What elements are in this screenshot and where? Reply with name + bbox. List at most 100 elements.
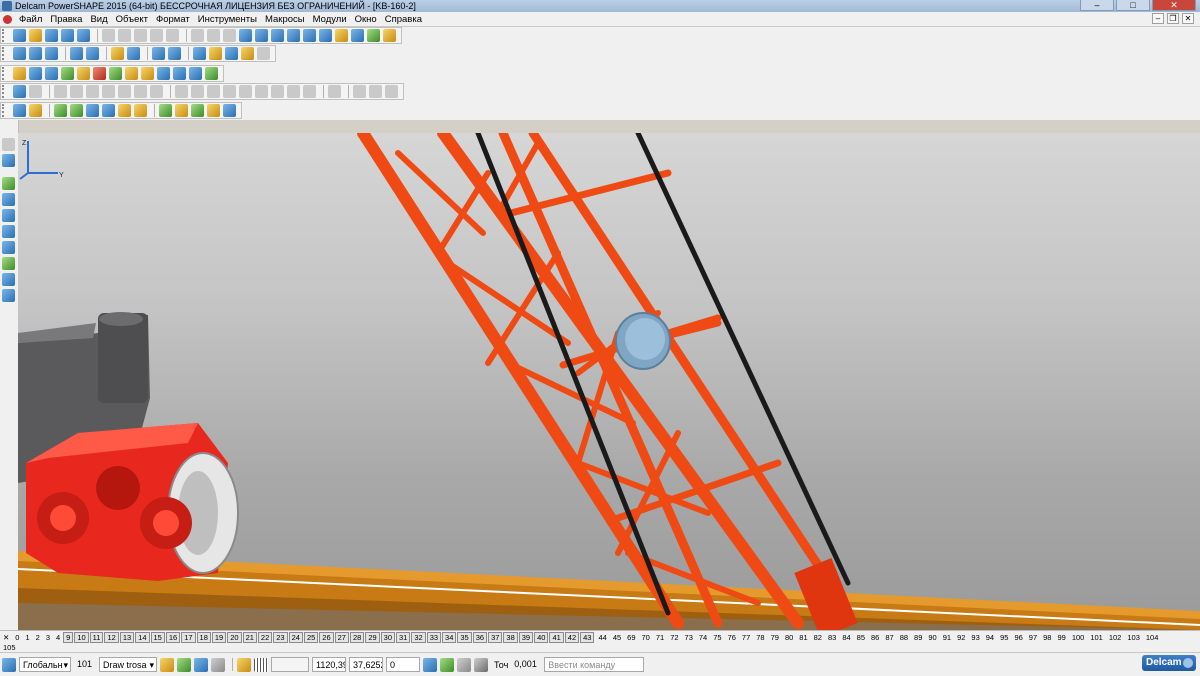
surf-4-icon[interactable] <box>102 85 115 98</box>
layer-tab[interactable]: 13 <box>119 631 135 643</box>
left-wireframe-icon[interactable] <box>2 177 15 190</box>
layer-tab[interactable]: 38 <box>503 631 518 643</box>
menu-help[interactable]: Справка <box>381 14 426 25</box>
toolbar-grip[interactable] <box>2 47 10 60</box>
surf-2-icon[interactable] <box>70 85 83 98</box>
layer-tab[interactable]: 37 <box>488 631 503 643</box>
left-select-icon[interactable] <box>2 138 15 151</box>
relative-coords-icon[interactable] <box>440 657 454 672</box>
menu-object[interactable]: Объект <box>112 14 152 25</box>
layer-tab[interactable]: 41 <box>549 631 564 643</box>
absolute-coords-icon[interactable] <box>423 657 437 672</box>
axis-icon[interactable] <box>29 104 42 117</box>
intelligent-cursor-icon[interactable] <box>237 657 251 672</box>
layer-tab[interactable]: 95 <box>997 633 1011 642</box>
brush-icon[interactable] <box>150 29 163 42</box>
layer-tab[interactable]: 85 <box>854 633 868 642</box>
layer-tab[interactable]: 75 <box>710 633 724 642</box>
assembly-icon[interactable] <box>205 67 218 80</box>
surf-7-icon[interactable] <box>150 85 163 98</box>
calculator-icon[interactable] <box>457 657 471 672</box>
wizard-icon[interactable] <box>383 29 396 42</box>
left-solid-icon[interactable] <box>2 209 15 222</box>
print-icon[interactable] <box>77 29 90 42</box>
left-feature-icon[interactable] <box>2 257 15 270</box>
tolerance-value[interactable]: 0,001 <box>511 657 541 672</box>
grid-toggle-icon[interactable] <box>254 657 268 672</box>
layer-tab[interactable]: 98 <box>1040 633 1054 642</box>
menu-window[interactable]: Окно <box>351 14 381 25</box>
layer-tab[interactable]: 19 <box>211 631 227 643</box>
layer-tab[interactable]: 86 <box>868 633 882 642</box>
layer-tab[interactable]: 72 <box>667 633 681 642</box>
surface-icon[interactable] <box>351 29 364 42</box>
workplane-select[interactable]: Глобальн <box>19 657 71 672</box>
layers-close-icon[interactable]: ✕ <box>0 633 12 642</box>
layer-tab-105[interactable]: 105 <box>3 643 16 652</box>
layer-tab[interactable]: 96 <box>1011 633 1025 642</box>
layer-tab[interactable]: 83 <box>825 633 839 642</box>
shaded-icon[interactable] <box>209 47 222 60</box>
delete-icon[interactable] <box>166 29 179 42</box>
layer-tab[interactable]: 102 <box>1106 633 1125 642</box>
mdi-close-button[interactable]: ✕ <box>1182 13 1194 24</box>
layer-tab[interactable]: 23 <box>273 631 288 643</box>
graphics-viewport[interactable]: Z Y <box>18 133 1200 630</box>
maximize-button[interactable]: □ <box>1116 0 1150 11</box>
minimize-button[interactable]: – <box>1080 0 1114 11</box>
text-icon[interactable] <box>319 29 332 42</box>
layer-tab[interactable]: 104 <box>1143 633 1162 642</box>
layer-tab[interactable]: 88 <box>897 633 911 642</box>
layer-tab[interactable]: 4 <box>53 633 63 642</box>
box-icon[interactable] <box>141 67 154 80</box>
layer-tab[interactable]: 91 <box>940 633 954 642</box>
snap-icon[interactable] <box>13 85 26 98</box>
menu-file[interactable]: Файл <box>15 14 46 25</box>
surf-20-icon[interactable] <box>385 85 398 98</box>
menu-tools[interactable]: Инструменты <box>194 14 261 25</box>
layer-tab[interactable]: 87 <box>882 633 896 642</box>
layer-tab[interactable]: 80 <box>782 633 796 642</box>
play-icon[interactable] <box>109 67 122 80</box>
solid-edit-icon[interactable] <box>13 104 26 117</box>
z-coordinate[interactable]: 0 <box>386 657 420 672</box>
revolve-icon[interactable] <box>70 104 83 117</box>
material-icon[interactable] <box>61 67 74 80</box>
left-workplane-icon[interactable] <box>2 289 15 302</box>
menu-edit[interactable]: Правка <box>46 14 86 25</box>
layer-tab[interactable]: 70 <box>639 633 653 642</box>
x-coordinate[interactable]: 1120,39 <box>312 657 346 672</box>
info-icon[interactable] <box>173 67 186 80</box>
pattern-icon[interactable] <box>159 104 172 117</box>
menu-format[interactable]: Формат <box>152 14 194 25</box>
cut-icon[interactable] <box>102 29 115 42</box>
surf-15-icon[interactable] <box>287 85 300 98</box>
ball-icon[interactable] <box>93 67 106 80</box>
curve-icon[interactable] <box>303 29 316 42</box>
mirror-icon[interactable] <box>175 104 188 117</box>
layer-tab[interactable]: 103 <box>1124 633 1143 642</box>
layer-tab[interactable]: 15 <box>150 631 165 643</box>
wireframe-icon[interactable] <box>193 47 206 60</box>
layer-tab[interactable]: 22 <box>257 631 273 643</box>
surf-16-icon[interactable] <box>303 85 316 98</box>
layer-tab[interactable]: 9 <box>63 631 74 643</box>
split-icon[interactable] <box>191 104 204 117</box>
mdi-restore-button[interactable]: ❐ <box>1167 13 1179 24</box>
menu-macros[interactable]: Макросы <box>261 14 309 25</box>
y-coordinate[interactable]: 37,6252 <box>349 657 383 672</box>
surf-6-icon[interactable] <box>134 85 147 98</box>
layer-tab[interactable]: 17 <box>181 631 196 643</box>
layer-tab[interactable]: 28 <box>349 631 365 643</box>
view-multi-icon[interactable] <box>86 47 99 60</box>
layer-tab[interactable]: 33 <box>426 631 442 643</box>
dimension-icon[interactable] <box>335 29 348 42</box>
view-iso-icon[interactable] <box>13 47 26 60</box>
layer-tab[interactable]: 76 <box>725 633 739 642</box>
layer-tab[interactable]: 78 <box>753 633 767 642</box>
lock-icon[interactable] <box>211 657 225 672</box>
tolerance-icon[interactable] <box>474 657 488 672</box>
left-surface-icon[interactable] <box>2 193 15 206</box>
new-file-icon[interactable] <box>13 29 26 42</box>
redo-icon[interactable] <box>207 29 220 42</box>
